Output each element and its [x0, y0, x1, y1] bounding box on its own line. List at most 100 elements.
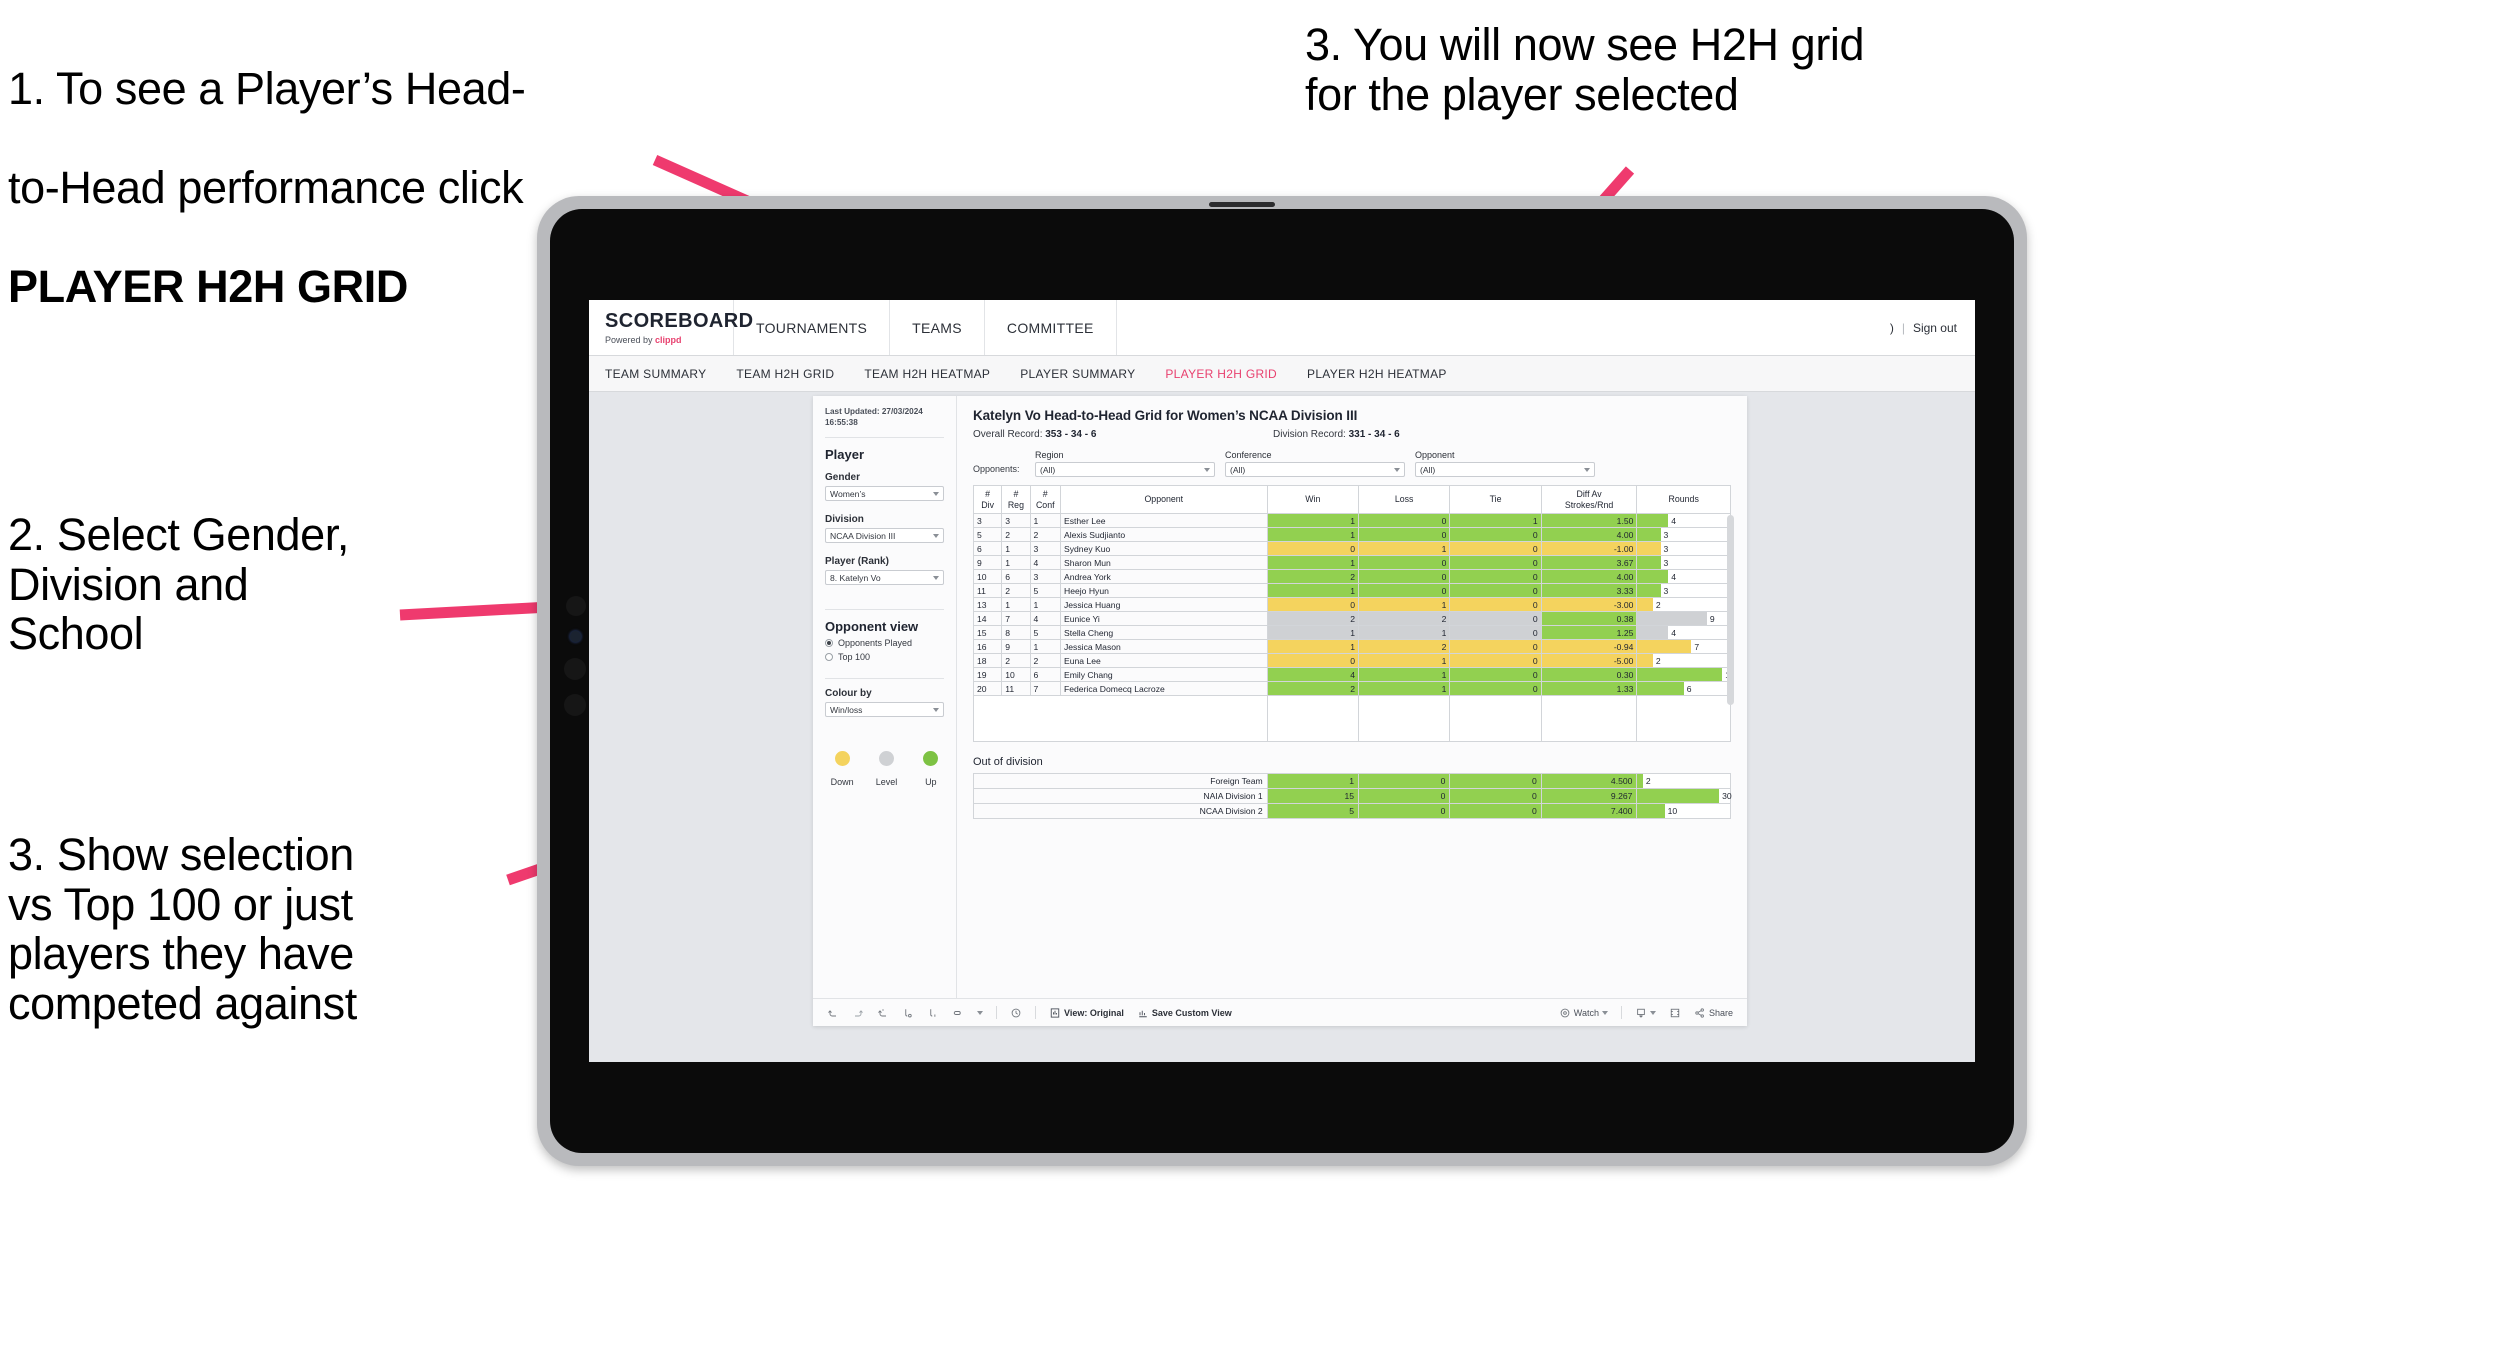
table-row[interactable]: 15 8 5 Stella Cheng 1 1 0 1.25 4	[972, 625, 1731, 640]
cell-6: 1	[1449, 513, 1542, 528]
legend-caption-down: Down	[830, 777, 854, 788]
tab-player-h2h-grid[interactable]: PLAYER H2H GRID	[1165, 367, 1277, 381]
radio-top-100[interactable]: Top 100	[825, 652, 944, 662]
rounds-bar-cell: 4	[1636, 513, 1731, 528]
cell-5: 0	[1357, 569, 1451, 584]
column-header-7[interactable]: Diff Av Strokes/Rnd	[1540, 485, 1638, 514]
table-row[interactable]: 9 1 4 Sharon Mun 1 0 0 3.67 3	[972, 555, 1731, 570]
radio-opponents-played[interactable]: Opponents Played	[825, 638, 944, 648]
cell-5: 1	[1357, 541, 1451, 556]
column-header-0[interactable]: # Div	[972, 485, 1003, 514]
cell-0: 16	[972, 639, 1003, 654]
cell-3: Stella Cheng	[1059, 625, 1268, 640]
overall-record: Overall Record: 353 - 34 - 6	[973, 429, 1273, 440]
topnav-item-committee[interactable]: COMMITTEE	[985, 300, 1117, 355]
table-row[interactable]: 19106Emily Chang4100.3011	[972, 667, 1734, 682]
tab-player-summary[interactable]: PLAYER SUMMARY	[1020, 367, 1135, 381]
filter-division: Division NCAA Division III	[825, 514, 944, 544]
table-row[interactable]: 14 7 4 Eunice Yi 2 2 0 0.38 9	[972, 611, 1731, 626]
column-header-5[interactable]: Loss	[1357, 485, 1451, 514]
opponent-select[interactable]: (All)	[1415, 462, 1595, 477]
division-select[interactable]: NCAA Division III	[825, 528, 944, 544]
save-custom-view-button[interactable]: Save Custom View	[1137, 1007, 1232, 1019]
column-header-3[interactable]: Opponent	[1059, 485, 1268, 514]
cell-6: 0	[1449, 653, 1542, 668]
cell-6: 0	[1449, 527, 1542, 542]
table-row[interactable]: 16 9 1 Jessica Mason 1 2 0 -0.94 7	[972, 639, 1731, 654]
cell-7: 3.67	[1540, 555, 1638, 570]
rounds-bar-cell: 3	[1636, 583, 1731, 598]
player-rank-select[interactable]: 8. Katelyn Vo	[825, 570, 944, 586]
tab-team-summary[interactable]: TEAM SUMMARY	[605, 367, 706, 381]
cell-7: -5.00	[1540, 653, 1638, 668]
cell-3: Esther Lee	[1059, 513, 1268, 528]
powered-prefix: Powered by	[605, 334, 656, 345]
pause-refresh-icon[interactable]	[902, 1007, 914, 1019]
cell-5: 1	[1357, 625, 1451, 640]
revert-icon[interactable]	[877, 1007, 889, 1019]
cell-1: 1	[1001, 555, 1031, 570]
share-button[interactable]: Share	[1694, 1007, 1733, 1019]
cell-4: 1	[1266, 555, 1359, 570]
cell-3: Jessica Huang	[1059, 597, 1268, 612]
cell-0: 3	[972, 513, 1003, 528]
table-row[interactable]: 20 11 7 Federica Domecq Lacroze 2 1 0 1.33 6	[972, 681, 1731, 696]
rounds-bar-cell: 4	[1636, 625, 1731, 640]
view-original-button[interactable]: View: Original	[1049, 1007, 1124, 1019]
brand-name: SCOREBOARD	[605, 309, 754, 332]
chevron-down-icon[interactable]	[977, 1010, 983, 1015]
rounds-bar-cell: 3	[1636, 555, 1731, 570]
topnav-item-teams[interactable]: TEAMS	[890, 300, 985, 355]
table-row[interactable]: 10 6 3 Andrea York 2 0 0 4.00 4	[972, 569, 1731, 584]
cell-3: Federica Domecq Lacroze	[1059, 681, 1268, 696]
tab-player-h2h-heatmap[interactable]: PLAYER H2H HEATMAP	[1307, 367, 1447, 381]
out-of-division-row[interactable]: NCAA Division 2 5 0 0 7.400 10	[973, 803, 1731, 819]
dashboard-body: Last Updated: 27/03/2024 16:55:38 Player…	[813, 396, 1747, 998]
conference-select[interactable]: (All)	[1225, 462, 1405, 477]
cell-1: 2	[1001, 583, 1031, 598]
region-select[interactable]: (All)	[1035, 462, 1215, 477]
cell-7: 4.00	[1540, 527, 1638, 542]
table-row[interactable]: 13 1 1 Jessica Huang 0 1 0 -3.00 2	[972, 597, 1731, 612]
table-row[interactable]: 11 2 5 Heejo Hyun 1 0 0 3.33 3	[972, 583, 1731, 598]
column-header-8[interactable]: Rounds	[1636, 485, 1731, 514]
colour-by-select[interactable]: Win/loss	[825, 702, 944, 718]
table-scrollbar[interactable]	[1727, 515, 1734, 705]
download-button[interactable]	[1635, 1007, 1656, 1019]
ood-cell-1: 0	[1358, 788, 1451, 804]
tab-team-h2h-grid[interactable]: TEAM H2H GRID	[736, 367, 834, 381]
undo-icon[interactable]	[827, 1007, 839, 1019]
grid-table-wrap: # Div # Reg # Conf Opponent Win Loss Tie Diff Av St…	[972, 485, 1734, 742]
table-row[interactable]: 6 1 3 Sydney Kuo 0 1 0 -1.00 3	[972, 541, 1731, 556]
refresh-icon[interactable]	[927, 1007, 939, 1019]
annotation-1-line1: 1. To see a Player’s Head-	[8, 62, 526, 114]
brand-logo[interactable]: SCOREBOARD Powered by clippd	[589, 300, 754, 355]
ood-cell-0: 1	[1266, 773, 1360, 789]
cell-6: 0	[1449, 555, 1542, 570]
redo-icon[interactable]	[852, 1007, 864, 1019]
account-glyph[interactable]: )	[1890, 321, 1894, 335]
gender-select[interactable]: Women’s	[825, 486, 944, 502]
out-of-division-row[interactable]: Foreign Team 1 0 0 4.500 2	[973, 773, 1731, 789]
column-header-2[interactable]: # Conf	[1029, 485, 1061, 514]
table-row[interactable]: 18 2 2 Euna Lee 0 1 0 -5.00 2	[972, 653, 1731, 668]
column-header-4[interactable]: Win	[1266, 485, 1359, 514]
cell-7: 1.50	[1540, 513, 1638, 528]
column-header-6[interactable]: Tie	[1449, 485, 1542, 514]
table-row[interactable]: 3 3 1 Esther Lee 1 0 1 1.50 4	[972, 513, 1731, 528]
cell-0: 10	[972, 569, 1003, 584]
sign-out-link[interactable]: Sign out	[1913, 321, 1957, 335]
colour-by-select-value: Win/loss	[830, 704, 863, 715]
clock-icon[interactable]	[1010, 1007, 1022, 1019]
topnav-item-tournaments[interactable]: TOURNAMENTS	[734, 300, 891, 355]
ood-label: Foreign Team	[973, 773, 1268, 789]
fullscreen-icon[interactable]	[1669, 1007, 1681, 1019]
column-header-1[interactable]: # Reg	[1001, 485, 1031, 514]
cell-2: 6	[1029, 667, 1061, 682]
pause-icon[interactable]	[952, 1007, 964, 1019]
out-of-division-row[interactable]: NAIA Division 1 15 0 0 9.267 30	[973, 788, 1732, 804]
legend-dot-down	[834, 751, 850, 767]
watch-button[interactable]: Watch	[1559, 1007, 1608, 1019]
tab-team-h2h-heatmap[interactable]: TEAM H2H HEATMAP	[864, 367, 990, 381]
table-row[interactable]: 5 2 2 Alexis Sudjianto 1 0 0 4.00 3	[972, 527, 1731, 542]
